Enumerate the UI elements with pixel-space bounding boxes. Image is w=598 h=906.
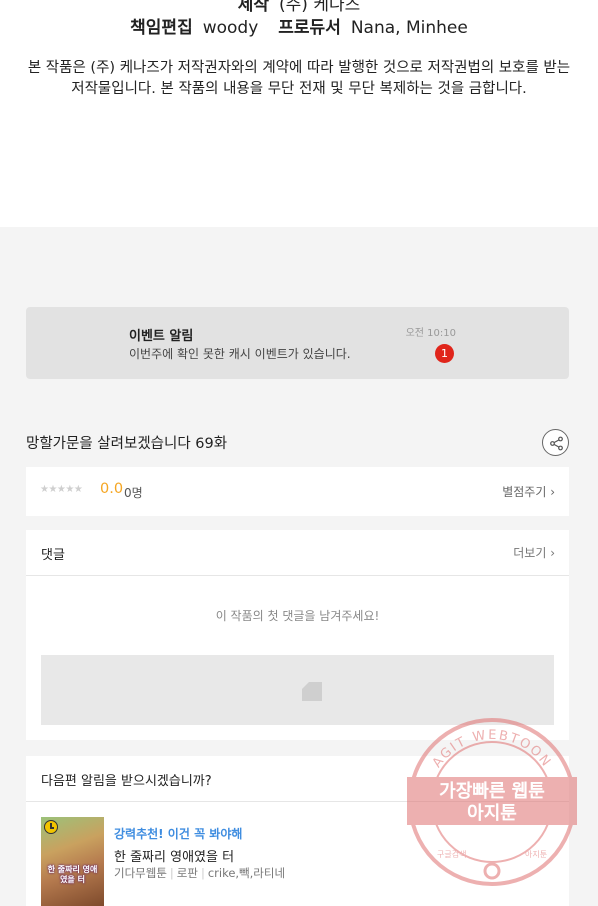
notice-time: 오전 10:10 bbox=[405, 328, 456, 339]
watermark-stamp: AGIT WEBTOON 가장빠른 웹툰 아지툰 구글검색 아지툰 bbox=[407, 718, 577, 886]
event-notice-banner[interactable]: 이벤트 알림 이번주에 확인 못한 캐시 이벤트가 있습니다. 오전 10:10… bbox=[26, 307, 569, 379]
next-episode-question: 다음편 알림을 받으시겠습니까? bbox=[41, 774, 212, 789]
editor-producer-credit: 책임편집 woody 프로듀서 Nana, Minhee bbox=[0, 13, 598, 38]
write-icon bbox=[302, 682, 322, 701]
notice-count-badge: 1 bbox=[435, 344, 454, 363]
comment-more-link[interactable]: 더보기 › bbox=[513, 544, 555, 561]
notice-title: 이벤트 알림 bbox=[129, 329, 194, 344]
notice-description: 이번주에 확인 못한 캐시 이벤트가 있습니다. bbox=[129, 347, 351, 361]
recommend-tag: 강력추천! 이건 꼭 봐야해 bbox=[114, 827, 243, 841]
producer-value: Nana, Minhee bbox=[350, 18, 468, 38]
watermark-bottom-right: 아지툰 bbox=[525, 849, 547, 859]
comment-header: 댓글 더보기 › bbox=[26, 530, 569, 576]
google-g-icon bbox=[483, 862, 501, 880]
credits-section: 제작 (주) 케나즈 책임편집 woody 프로듀서 Nana, Minhee 본 작품… bbox=[0, 0, 598, 227]
editor-value: woody bbox=[202, 18, 259, 38]
editor-label: 책임편집 bbox=[130, 18, 193, 38]
rating-score: 0.0 bbox=[100, 481, 124, 497]
recommend-genre: 로판 bbox=[176, 866, 198, 880]
watermark-line2: 아지툰 bbox=[467, 803, 517, 824]
copyright-notice: 본 작품은 (주) 케나즈가 저작권자와의 계약에 따라 발행한 것으로 저작권… bbox=[27, 60, 571, 97]
thumbnail-title-art: 한 줄짜리 영애였을 터 bbox=[47, 865, 98, 884]
rate-button[interactable]: 별점주기 › bbox=[502, 483, 555, 500]
recommend-authors: crike,빽,라티네 bbox=[207, 866, 286, 880]
recommend-thumbnail[interactable]: 한 줄짜리 영애였을 터 bbox=[41, 817, 104, 906]
wait-free-clock-icon bbox=[44, 820, 58, 834]
recommend-title[interactable]: 한 줄짜리 영애였을 터 bbox=[114, 846, 234, 865]
episode-title: 망할가문을 살려보겠습니다 69화 bbox=[26, 436, 228, 452]
comment-card: 댓글 더보기 › 이 작품의 첫 댓글을 남겨주세요! bbox=[26, 530, 569, 740]
empty-comment-message: 이 작품의 첫 댓글을 남겨주세요! bbox=[215, 609, 380, 623]
watermark-line1: 가장빠른 웹툰 bbox=[439, 781, 545, 802]
rating-stars: ★★★★★ bbox=[40, 484, 83, 495]
rating-count: 0명 bbox=[124, 486, 143, 500]
comment-input[interactable] bbox=[41, 655, 554, 725]
comment-title: 댓글 bbox=[41, 548, 65, 563]
rating-card: ★★★★★ 0.0 0명 별점주기 › bbox=[26, 467, 569, 516]
watermark-bottom-left: 구글검색 bbox=[437, 849, 466, 859]
producer-label: 프로듀서 bbox=[278, 18, 341, 38]
recommend-category: 기다무웹툰 bbox=[114, 866, 167, 880]
share-icon bbox=[550, 436, 563, 451]
share-button[interactable] bbox=[542, 429, 569, 456]
recommend-meta: 기다무웹툰 | 로판 | crike,빽,라티네 bbox=[114, 866, 286, 880]
